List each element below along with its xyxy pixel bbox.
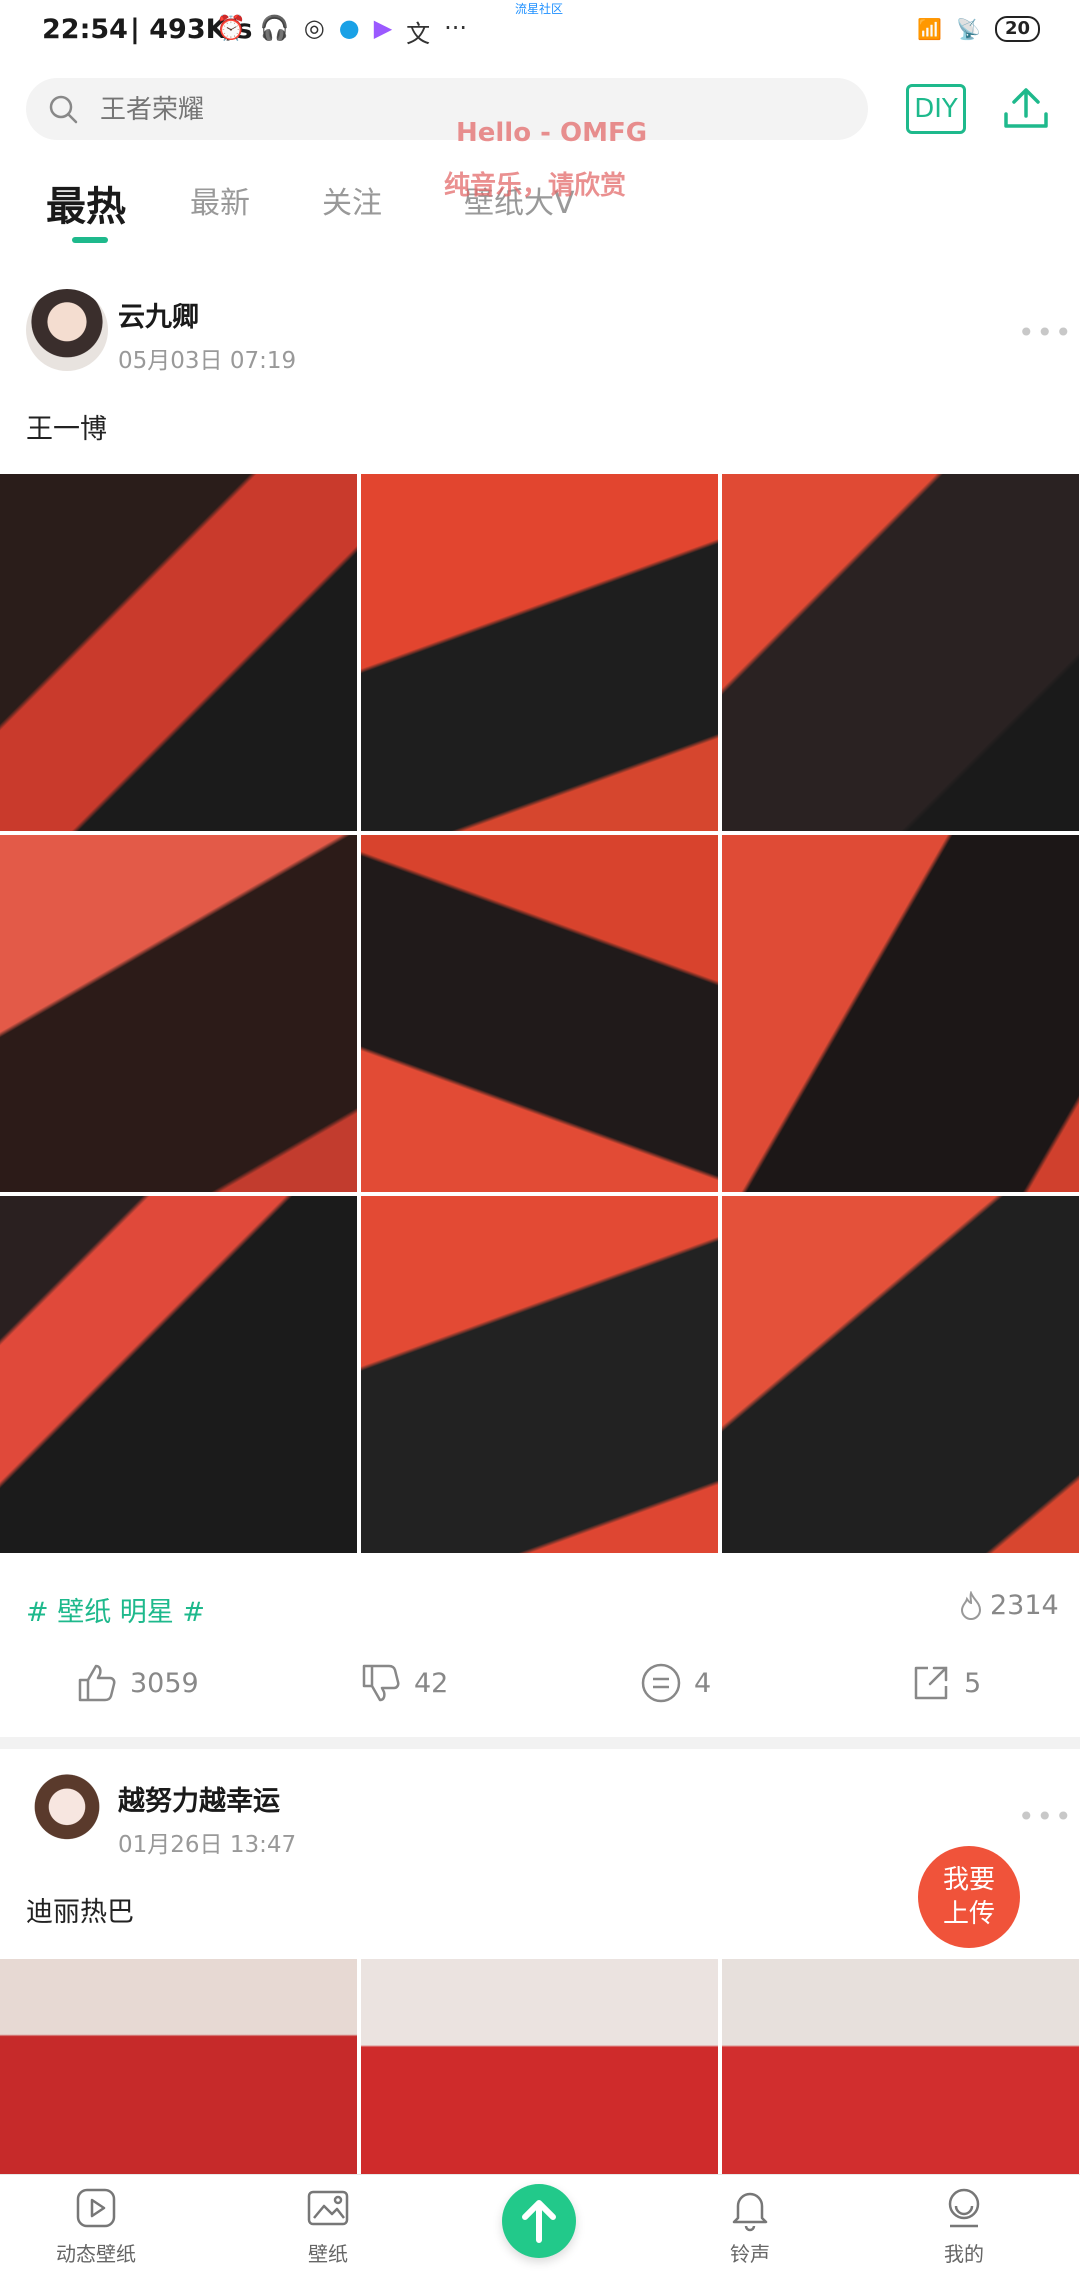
signal-icon: 📶 [917, 17, 943, 41]
watermark-line2: 纯音乐，请欣赏 [444, 171, 627, 201]
post-image[interactable] [0, 1196, 357, 1553]
thumbs-down-icon [362, 1664, 400, 1702]
avatar[interactable] [26, 289, 108, 371]
dislike-count: 42 [414, 1667, 449, 1699]
upload-fab-button[interactable]: 我要 上传 [918, 1846, 1020, 1948]
post-time: 05月03日 07:19 [118, 348, 297, 374]
watermark-line1: Hello - OMFG [456, 118, 648, 148]
more-options-icon[interactable]: ••• [1018, 316, 1074, 349]
bell-icon [732, 2192, 768, 2232]
wifi-icon: 📡 [956, 17, 981, 41]
netease-icon: ◎ [303, 14, 325, 42]
nav-label: 我的 [944, 2242, 984, 2266]
translate-icon: 文 [406, 20, 431, 48]
status-right: 📶 📡 20 [917, 16, 1040, 42]
post-username[interactable]: 云九卿 [118, 295, 199, 334]
post-image[interactable] [0, 474, 357, 831]
tab-hot[interactable]: 最热 [46, 174, 126, 232]
post-image[interactable] [0, 835, 357, 1192]
post-image[interactable] [722, 1959, 1079, 2174]
post-tags[interactable]: # 壁纸 明星 # [26, 1590, 205, 1629]
nav-live-wallpaper[interactable]: 动态壁纸 [16, 2184, 176, 2267]
post-image[interactable] [361, 1196, 718, 1553]
post-image[interactable] [0, 1959, 357, 2174]
nav-ringtone[interactable]: 铃声 [670, 2184, 830, 2267]
play-icon [76, 2188, 116, 2228]
post-image[interactable] [722, 1196, 1079, 1553]
post-image[interactable] [722, 474, 1079, 831]
dislike-button[interactable]: 42 [360, 1662, 448, 1704]
alarm-icon: ⏰ [216, 14, 246, 42]
nav-label: 壁纸 [308, 2242, 348, 2266]
top-caption: 流星社区 [515, 2, 564, 16]
post-divider [0, 1737, 1080, 1749]
post-image[interactable] [361, 474, 718, 831]
diy-button[interactable]: DIY [906, 84, 966, 134]
comment-button[interactable]: 4 [640, 1662, 711, 1704]
nav-profile[interactable]: 我的 [884, 2184, 1044, 2267]
more-options-icon[interactable]: ••• [1018, 1800, 1074, 1833]
notification-icons: ⏰ 🎧 ◎ ● ▶ 文 ··· [216, 14, 467, 49]
comment-count: 4 [694, 1667, 712, 1699]
user-icon [948, 2188, 980, 2228]
post-time: 01月26日 13:47 [118, 1832, 297, 1858]
upload-icon[interactable] [1000, 82, 1052, 134]
nav-wallpaper[interactable]: 壁纸 [248, 2184, 408, 2267]
share-button[interactable]: 5 [910, 1662, 981, 1704]
post-text: 迪丽热巴 [26, 1897, 134, 1928]
post-image[interactable] [361, 1959, 718, 2174]
comment-icon [641, 1663, 681, 1703]
search-icon [49, 95, 78, 124]
fab-line1: 我要 [942, 1865, 995, 1895]
qq-icon: ● [338, 14, 360, 42]
share-count: 5 [964, 1667, 982, 1699]
thumbs-up-icon [78, 1664, 116, 1702]
avatar[interactable] [26, 1774, 108, 1856]
post-image[interactable] [722, 835, 1079, 1192]
arrow-up-icon [522, 2200, 556, 2243]
headphones-icon: 🎧 [259, 14, 290, 42]
nav-upload-button[interactable] [502, 2184, 576, 2258]
more-notifications-icon: ··· [444, 14, 468, 42]
fab-line2: 上传 [942, 1899, 995, 1929]
image-icon [307, 2190, 349, 2226]
tab-new[interactable]: 最新 [190, 178, 250, 222]
flame-icon [960, 1590, 982, 1620]
post-image[interactable] [361, 835, 718, 1192]
post-text: 王一博 [26, 414, 107, 445]
like-button[interactable]: 3059 [76, 1662, 199, 1704]
tab-follow[interactable]: 关注 [322, 178, 382, 222]
battery-indicator: 20 [994, 16, 1040, 42]
share-icon [914, 1666, 948, 1700]
like-count: 3059 [130, 1667, 199, 1699]
search-input[interactable] [98, 90, 802, 130]
post-username[interactable]: 越努力越幸运 [118, 1779, 280, 1818]
heat-count: 2314 [958, 1590, 1059, 1621]
status-time: 22:54 [42, 14, 128, 45]
nav-label: 动态壁纸 [56, 2242, 136, 2266]
tab-indicator [72, 237, 108, 243]
heat-value: 2314 [990, 1590, 1059, 1621]
nav-label: 铃声 [730, 2242, 770, 2266]
video-icon: ▶ [373, 14, 393, 42]
